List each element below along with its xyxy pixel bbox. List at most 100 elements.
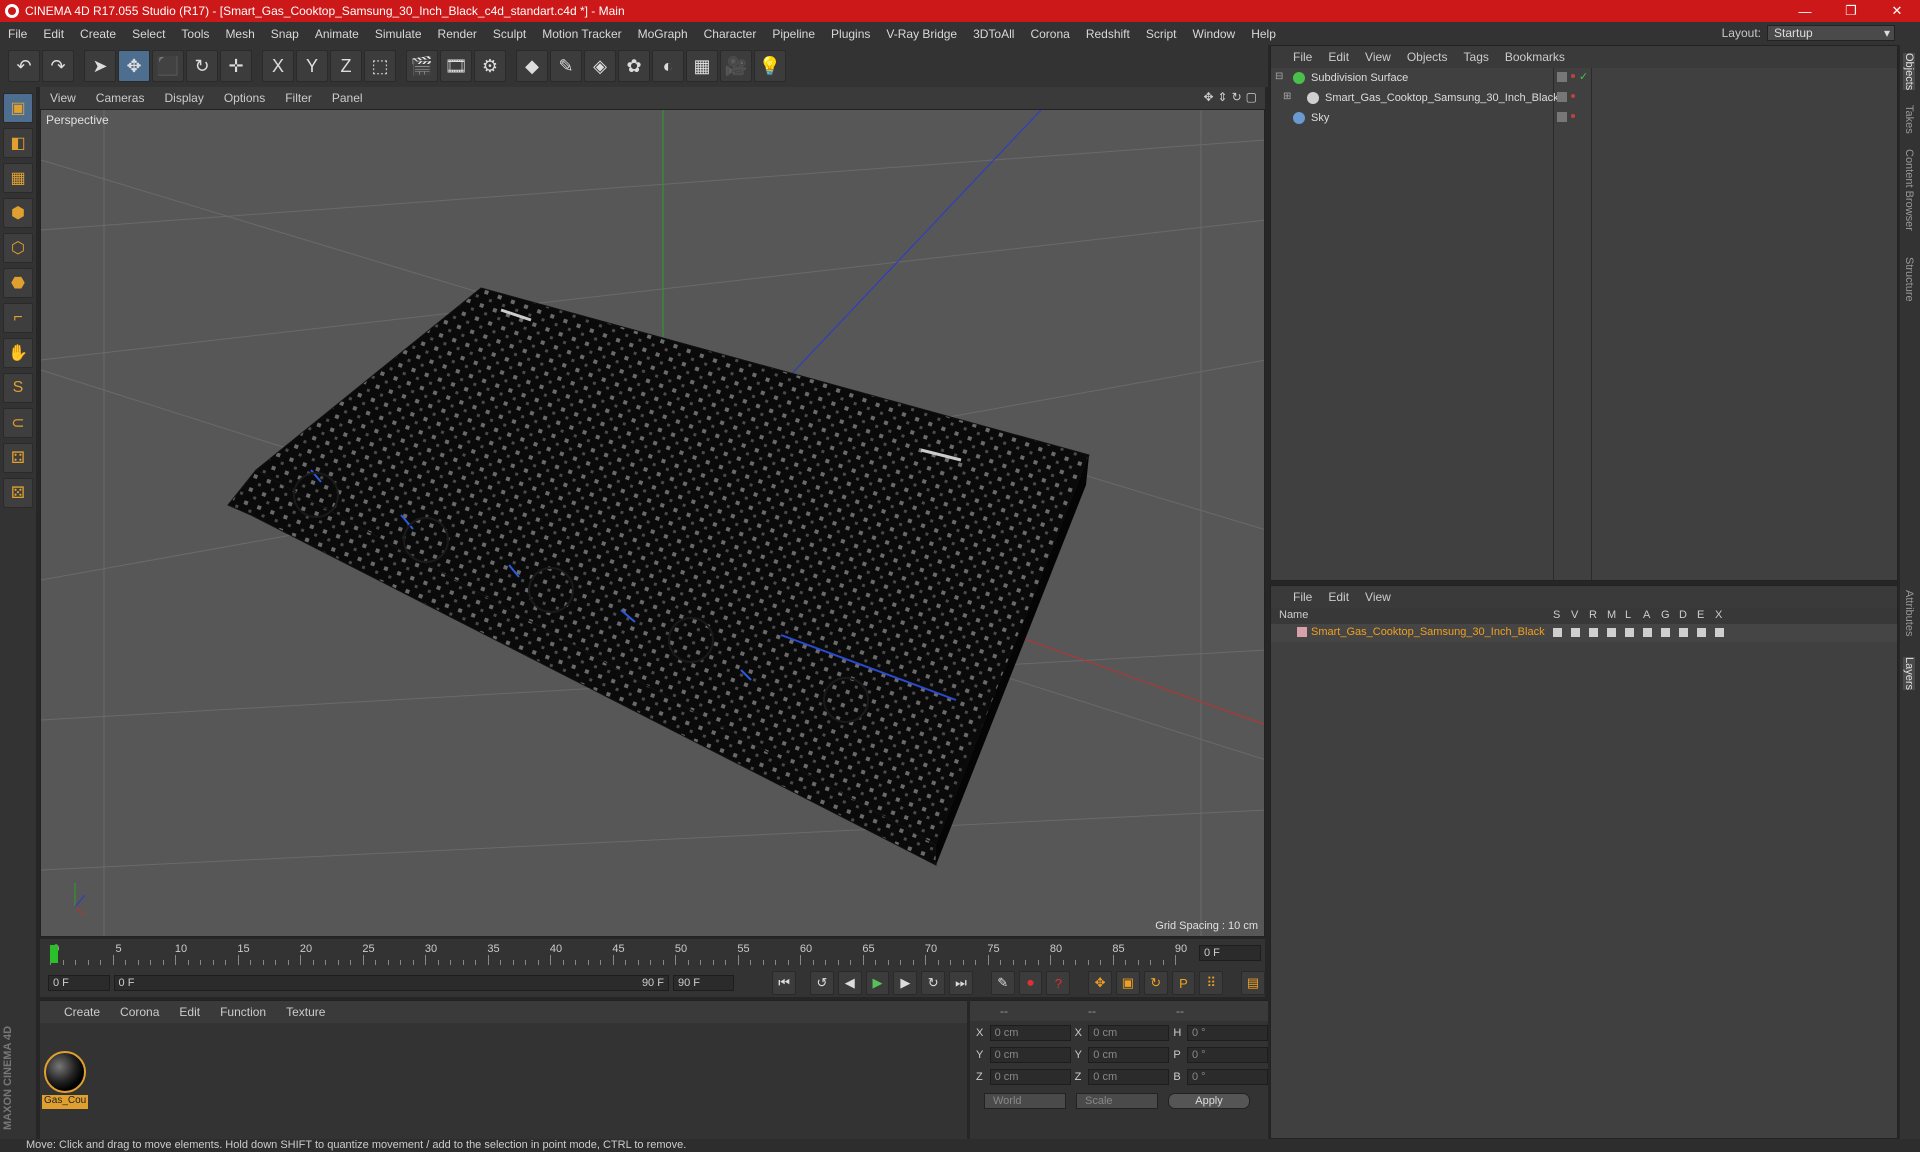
- coordinate-mode-dropdown[interactable]: Scale: [1076, 1093, 1158, 1109]
- z-axis-icon[interactable]: Z: [330, 50, 362, 82]
- coordinate-field[interactable]: 0 °: [1186, 1047, 1269, 1063]
- viewport-menu-panel[interactable]: Panel: [322, 91, 373, 105]
- deformer-icon[interactable]: ◐: [652, 50, 684, 82]
- menu-motion-tracker[interactable]: Motion Tracker: [534, 27, 629, 41]
- layer-column-v[interactable]: V: [1571, 609, 1578, 621]
- undo-icon[interactable]: ↶: [8, 50, 40, 82]
- scale-icon[interactable]: ⬛: [152, 50, 184, 82]
- layer-flag-icon[interactable]: [1571, 628, 1580, 637]
- orbit-icon[interactable]: ↻: [1232, 90, 1242, 104]
- keyframe-selection-icon[interactable]: ✎: [990, 971, 1015, 995]
- layer-menu-edit[interactable]: Edit: [1320, 590, 1357, 604]
- coordinate-field[interactable]: 0 cm: [1088, 1069, 1170, 1085]
- y-axis-icon[interactable]: Y: [296, 50, 328, 82]
- light-icon[interactable]: 💡: [754, 50, 786, 82]
- object-row[interactable]: ⊞ Smart_Gas_Cooktop_Samsung_30_Inch_Black: [1271, 88, 1897, 108]
- object-menu-bookmarks[interactable]: Bookmarks: [1497, 50, 1573, 64]
- visibility-toggle-icon[interactable]: [1557, 72, 1567, 82]
- cube-icon[interactable]: ◆: [516, 50, 548, 82]
- next-frame-icon[interactable]: ▶: [893, 971, 918, 995]
- perspective-viewport[interactable]: Perspective Grid Spacing : 10 cm: [40, 109, 1265, 937]
- coordinate-field[interactable]: 0 °: [1186, 1069, 1269, 1085]
- menu-snap[interactable]: Snap: [263, 27, 307, 41]
- start-frame-field[interactable]: 0 F: [48, 975, 110, 991]
- x-axis-icon[interactable]: X: [262, 50, 294, 82]
- render-view-icon[interactable]: 🎬: [406, 50, 438, 82]
- menu-pipeline[interactable]: Pipeline: [764, 27, 823, 41]
- tab-attributes[interactable]: Attributes: [1903, 590, 1915, 636]
- layer-flag-icon[interactable]: [1625, 628, 1634, 637]
- rotate-icon[interactable]: ↻: [186, 50, 218, 82]
- material-menu-edit[interactable]: Edit: [169, 1005, 210, 1019]
- expand-icon[interactable]: ⊞: [1283, 91, 1291, 102]
- layer-menu-file[interactable]: File: [1285, 590, 1320, 604]
- render-settings-icon[interactable]: ⚙: [474, 50, 506, 82]
- material-menu-corona[interactable]: Corona: [110, 1005, 169, 1019]
- next-keyframe-icon[interactable]: ↻: [921, 971, 946, 995]
- edges-mode-icon[interactable]: ⬡: [3, 233, 33, 263]
- lock-grid-icon[interactable]: ⚃: [3, 443, 33, 473]
- menu-select[interactable]: Select: [124, 27, 173, 41]
- material-preview-swatch[interactable]: [44, 1051, 86, 1093]
- timeline-window-icon[interactable]: ▤: [1241, 971, 1265, 995]
- layer-flag-icon[interactable]: [1679, 628, 1688, 637]
- layer-menu-view[interactable]: View: [1357, 590, 1399, 604]
- tab-takes[interactable]: Takes: [1903, 105, 1915, 134]
- tab-objects[interactable]: Objects: [1903, 53, 1915, 91]
- points-mode-icon[interactable]: ⬢: [3, 198, 33, 228]
- floor-icon[interactable]: ▦: [686, 50, 718, 82]
- timeline-ruler[interactable]: 051015202530354045505560657075808590: [50, 943, 1200, 965]
- layer-row[interactable]: Smart_Gas_Cooktop_Samsung_30_Inch_Black: [1271, 624, 1897, 642]
- layer-column-e[interactable]: E: [1697, 609, 1704, 621]
- menu-plugins[interactable]: Plugins: [823, 27, 878, 41]
- tab-structure[interactable]: Structure: [1903, 257, 1915, 302]
- layer-column-m[interactable]: M: [1607, 609, 1616, 621]
- viewport-menu-display[interactable]: Display: [154, 91, 213, 105]
- object-menu-view[interactable]: View: [1357, 50, 1399, 64]
- previous-keyframe-icon[interactable]: ↺: [810, 971, 834, 995]
- layer-column-d[interactable]: D: [1679, 609, 1687, 621]
- layer-column-name[interactable]: Name: [1279, 609, 1308, 621]
- tab-content-browser[interactable]: Content Browser: [1903, 149, 1915, 231]
- cooktop-model[interactable]: [227, 287, 1090, 866]
- model-mode-icon[interactable]: ▣: [3, 93, 33, 123]
- viewport-menu-cameras[interactable]: Cameras: [86, 91, 155, 105]
- render-toggle-icon[interactable]: [1571, 74, 1575, 78]
- go-to-start-icon[interactable]: ⏮: [772, 971, 797, 995]
- menu-mesh[interactable]: Mesh: [217, 27, 262, 41]
- frame-range-slider[interactable]: 0 F 90 F: [113, 975, 669, 991]
- enabled-check-icon[interactable]: ✓: [1579, 70, 1588, 83]
- menu-render[interactable]: Render: [430, 27, 485, 41]
- key-pla-icon[interactable]: ⠿: [1199, 971, 1224, 995]
- coordinate-field[interactable]: 0 cm: [989, 1069, 1071, 1085]
- soft-selection-icon[interactable]: ⚄: [3, 478, 33, 508]
- autokey-icon[interactable]: ?: [1046, 971, 1071, 995]
- coordinate-field[interactable]: 0 °: [1186, 1025, 1269, 1041]
- viewport-menu-view[interactable]: View: [40, 91, 86, 105]
- last-tool-icon[interactable]: ✛: [220, 50, 252, 82]
- render-toggle-icon[interactable]: [1571, 114, 1575, 118]
- object-menu-tags[interactable]: Tags: [1456, 50, 1497, 64]
- menu-corona[interactable]: Corona: [1022, 27, 1077, 41]
- object-menu-file[interactable]: File: [1285, 50, 1320, 64]
- object-row[interactable]: ⊟ Subdivision Surface ✓: [1271, 68, 1897, 88]
- render-picture-viewer-icon[interactable]: 🎞: [440, 50, 472, 82]
- pan-icon[interactable]: ✥: [1203, 90, 1213, 104]
- key-scale-icon[interactable]: ▣: [1115, 971, 1140, 995]
- tab-layers[interactable]: Layers: [1903, 657, 1915, 691]
- coordinate-field[interactable]: 0 cm: [989, 1047, 1071, 1063]
- timeline[interactable]: 051015202530354045505560657075808590 0 F: [40, 939, 1265, 969]
- maximize-view-icon[interactable]: ▢: [1246, 90, 1257, 104]
- render-toggle-icon[interactable]: [1571, 94, 1575, 98]
- coordinate-field[interactable]: 0 cm: [1088, 1047, 1170, 1063]
- object-menu-edit[interactable]: Edit: [1320, 50, 1357, 64]
- tweak-icon[interactable]: ✋: [3, 338, 33, 368]
- go-to-end-icon[interactable]: ⏭: [949, 971, 973, 995]
- material-name[interactable]: Gas_Cou: [42, 1095, 88, 1109]
- material-menu-texture[interactable]: Texture: [276, 1005, 335, 1019]
- polygons-mode-icon[interactable]: ⬣: [3, 268, 33, 298]
- material-menu-create[interactable]: Create: [54, 1005, 110, 1019]
- layer-flag-icon[interactable]: [1697, 628, 1706, 637]
- workplane-icon[interactable]: ▦: [3, 163, 33, 193]
- playhead[interactable]: [50, 945, 58, 963]
